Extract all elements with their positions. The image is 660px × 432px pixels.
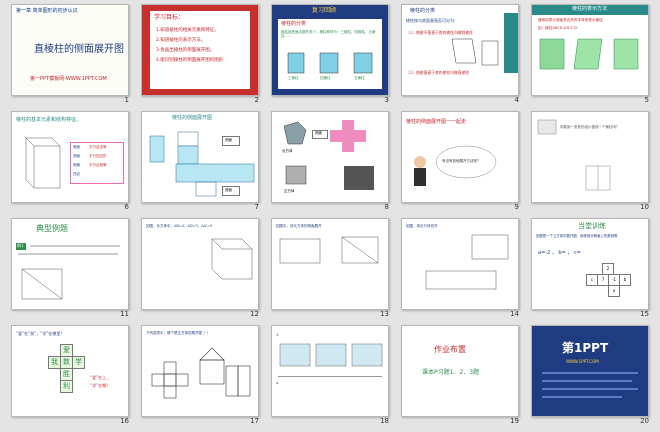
net-options: [278, 343, 383, 377]
element-label: 侧棱: [73, 163, 80, 167]
slide-number: 7: [254, 203, 259, 211]
slide-text: “爱”在“前”，“学”在哪里？: [16, 331, 65, 336]
net-cell: 利: [60, 380, 73, 393]
slide-header: 第一章 简单图形的初步认识: [16, 8, 78, 14]
slide-number: 2: [254, 96, 259, 104]
goal-item: 4.能识别棱柱的侧面展开图的图形: [156, 58, 224, 63]
slide-thumb-9[interactable]: 棱柱的侧面展开图一一起走 有没有其他展开方法呢？ 9: [395, 109, 525, 216]
slide-number: 11: [120, 310, 129, 318]
slide-tag: 复习回顾: [312, 7, 337, 14]
net-cell: 学: [72, 356, 85, 369]
slide-number: 17: [250, 417, 259, 425]
slide-thumb-12[interactable]: 如图，长方体中，AB=4，AD=3，AA'=5 12: [135, 216, 265, 323]
slide-thumb-5[interactable]: 棱柱的表示方法 通常用表示底面多边形的字母来表示棱柱 如：棱柱ABCD-A'B'…: [525, 2, 655, 109]
slide-thumb-8[interactable]: 长方体 侧面 正方体 8: [265, 109, 395, 216]
example-figure: [21, 268, 63, 300]
slide-number: 6: [124, 203, 129, 211]
slide-number: 20: [640, 417, 649, 425]
element-label: 侧面: [73, 154, 80, 158]
slide-number: 12: [250, 310, 259, 318]
slide-thumb-15[interactable]: 当堂训练 如图是一个立方体的展开图，使其相对两面上的数相等 a=-2 ， b= …: [525, 216, 655, 323]
slide-number: 9: [514, 203, 519, 211]
net-cell: a: [608, 285, 620, 297]
goal-item: 3.会画出棱柱的侧面展开图。: [156, 48, 215, 53]
slide-number: 5: [644, 96, 649, 104]
slide-thumb-10[interactable]: 你能用一张矩形纸片做成一个棱柱吗？ 10: [525, 109, 655, 216]
note-text: “爱”在上，: [90, 375, 111, 380]
slide-number: 18: [380, 417, 389, 425]
element-label: 顶点: [73, 172, 80, 176]
slide-thumb-13[interactable]: 如图中，将长方体的侧面展开 13: [265, 216, 395, 323]
teacher-illustration: [414, 145, 497, 186]
slide-thumb-3[interactable]: 复习回顾 棱柱的分类 棱柱按底面边数的多少，棱柱称呼为：三棱柱、四棱柱、五棱柱……: [265, 2, 395, 109]
element-desc: 平行且全等: [89, 145, 107, 149]
slide-number: 14: [510, 310, 519, 318]
slide-thumb-17[interactable]: 下列选项中，哪个是正方体的展开图（ ） 17: [135, 323, 265, 430]
slide-text: 4.: [276, 381, 280, 385]
slide-number: 16: [120, 417, 129, 425]
net-figure: [149, 131, 255, 197]
example-figure: [425, 234, 509, 290]
slide-thumb-18[interactable]: 3. 4. 18: [265, 323, 395, 430]
slide-sorter-grid: 第一章 简单图形的初步认识 直棱柱的侧面展开图 第一PPT模板网-WWW.1PP…: [5, 2, 655, 430]
content-panel: 学习目标： 1.知道棱柱的相关元素和特征。 2.知道棱柱的表示方法。 3.会画出…: [150, 11, 250, 89]
slide-number: 19: [510, 417, 519, 425]
example-figure: [279, 236, 379, 264]
answer-formula: a=-2 ， b= ， c=: [538, 250, 581, 256]
brand-logo: 第1PPT: [562, 341, 609, 355]
slide-number: 10: [640, 203, 649, 211]
slide-thumb-4[interactable]: 棱柱的分类 棱柱按与底面垂直否可分为: （1）侧棱不垂直于底的棱柱叫做斜棱柱 （…: [395, 2, 525, 109]
slide-heading: 当堂训练: [578, 222, 606, 230]
slide-title: 直棱柱的侧面展开图: [34, 44, 124, 55]
figure-caption: 五棱柱: [354, 76, 365, 80]
net-options: [151, 347, 251, 399]
slide-thumb-6[interactable]: 棱柱的基本元素和结构特征。 底面 平行且全等 侧面 平行四边形 侧棱 平行且相等…: [5, 109, 135, 216]
figure-caption: 长方体: [282, 149, 293, 153]
slide-thumb-7[interactable]: 棱柱的侧面展开图 侧面 底面 7: [135, 109, 265, 216]
slide-number: 15: [640, 310, 649, 318]
callout-label: 侧面: [225, 138, 232, 142]
slide-number: 4: [514, 96, 519, 104]
element-desc: 平行四边形: [89, 154, 107, 158]
slide-thumb-20[interactable]: 第1PPT WWW.1PPT.COM 20: [525, 323, 655, 430]
slide-thumb-14[interactable]: 如图，将长方体切开 14: [395, 216, 525, 323]
net-cell: b: [619, 274, 631, 286]
slide-thumb-11[interactable]: 典型例题 例1 11: [5, 216, 135, 323]
element-desc: 平行且相等: [89, 163, 107, 167]
speech-bubble: 有没有其他展开方法呢？: [442, 159, 481, 163]
slide-number: 3: [384, 96, 389, 104]
element-label: 底面: [73, 145, 80, 149]
example-figure: [211, 238, 253, 280]
callout-label: 底面: [225, 188, 232, 192]
figure-caption: 四棱柱: [320, 76, 331, 80]
note-text: “学”在哪？: [90, 383, 111, 388]
slide-heading: 学习目标：: [154, 14, 185, 21]
slide-thumb-19[interactable]: 作业布置 课本P习题1、2、3题 19: [395, 323, 525, 430]
slide-thumb-1[interactable]: 第一章 简单图形的初步认识 直棱柱的侧面展开图 第一PPT模板网-WWW.1PP…: [5, 2, 135, 109]
figure-caption: 正方体: [284, 189, 295, 193]
slide-footer: 第一PPT模板网-WWW.1PPT.COM: [30, 76, 107, 82]
prism-figures: [451, 38, 499, 66]
paper-figure: [537, 119, 611, 191]
brand-url: WWW.1PPT.COM: [566, 359, 599, 364]
slide-thumb-2[interactable]: 学习目标： 1.知道棱柱的相关元素和特征。 2.知道棱柱的表示方法。 3.会画出…: [135, 2, 265, 109]
slide-thumb-16[interactable]: “爱”在“前”，“学”在哪里？ 爱 我 数 学 胜 利 “爱”在上， “学”在哪…: [5, 323, 135, 430]
slide-heading: 作业布置: [434, 345, 466, 354]
element-legend: 底面 平行且全等 侧面 平行四边形 侧棱 平行且相等 顶点: [70, 142, 124, 184]
slide-text: 如图是一个立方体的展开图，使其相对两面上的数相等: [536, 234, 618, 238]
slide-number: 8: [384, 203, 389, 211]
prism-figures: [539, 38, 639, 70]
slide-number: 1: [124, 96, 129, 104]
slide-number: 13: [380, 310, 389, 318]
content-panel: 棱柱的分类 棱柱按底面边数的多少，棱柱称呼为：三棱柱、四棱柱、五棱柱…… 三棱柱…: [278, 19, 382, 89]
slide-text: 课本P习题1、2、3题: [422, 369, 480, 376]
goal-item: 1.知道棱柱的相关元素和特征。: [156, 28, 219, 33]
goal-item: 2.知道棱柱的表示方法。: [156, 38, 206, 43]
callout-label: 侧面: [315, 131, 322, 135]
figure-caption: 三棱柱: [288, 76, 299, 80]
